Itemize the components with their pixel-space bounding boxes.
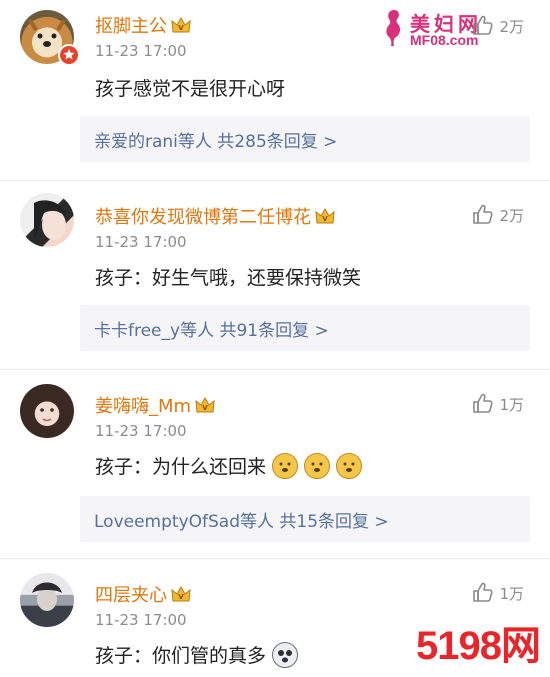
comment-text: 孩子感觉不是很开心呀 xyxy=(95,78,286,100)
reply-summary-link[interactable]: LoveemptyOfSad等人 共15条回复 > xyxy=(80,496,530,542)
comment-text: 孩子：为什么还回来 xyxy=(95,452,363,479)
username[interactable]: 抠脚主公 xyxy=(95,12,191,38)
like-button[interactable]: 2万 xyxy=(471,14,524,38)
like-button[interactable]: 1万 xyxy=(471,581,524,605)
like-count: 2万 xyxy=(499,206,524,225)
thumbs-up-icon xyxy=(473,15,494,35)
comment-text: 孩子：好生气哦，还要保持微笑 xyxy=(95,267,362,289)
like-count: 2万 xyxy=(499,17,524,36)
like-button[interactable]: 2万 xyxy=(471,203,524,227)
thumbs-up-icon xyxy=(473,204,494,224)
thumbs-up-icon xyxy=(473,582,494,602)
portrait-icon xyxy=(32,582,62,611)
username-text[interactable]: 姜嗨嗨_Mm xyxy=(95,392,191,418)
comment-text-content: 孩子：你们管的真多 xyxy=(95,645,267,667)
doge-emoji-icon xyxy=(304,452,331,479)
username-text[interactable]: 恭喜你发现微博第二任博花 xyxy=(95,203,311,229)
like-count: 1万 xyxy=(499,584,524,603)
vip-crown-icon xyxy=(171,17,191,33)
username-text[interactable]: 四层夹心 xyxy=(95,581,167,607)
like-count: 1万 xyxy=(499,395,524,414)
comment-time: 11-23 17:00 xyxy=(95,233,187,251)
username[interactable]: 姜嗨嗨_Mm xyxy=(95,392,215,418)
username[interactable]: 四层夹心 xyxy=(95,581,191,607)
vip-crown-icon xyxy=(315,208,335,224)
watermark-5198: 5198网 xyxy=(416,624,541,668)
comment-item: 姜嗨嗨_Mm 11-23 17:00 孩子：为什么还回来 1万 Loveempt… xyxy=(0,370,550,558)
comment-time: 11-23 17:00 xyxy=(95,42,187,60)
girl-face-icon xyxy=(34,200,66,240)
avatar[interactable] xyxy=(20,384,74,438)
comment-time: 11-23 17:00 xyxy=(95,611,187,629)
portrait-icon xyxy=(40,408,54,422)
verified-badge xyxy=(58,44,80,66)
reply-summary-link[interactable]: 亲爱的rani等人 共285条回复 > xyxy=(80,116,530,162)
comment-item: 抠脚主公 11-23 17:00 孩子感觉不是很开心呀 2万 亲爱的rani等人… xyxy=(0,0,550,180)
username-text[interactable]: 抠脚主公 xyxy=(95,12,167,38)
avatar[interactable] xyxy=(20,573,74,627)
star-icon xyxy=(63,49,75,60)
thumbs-up-icon xyxy=(473,393,494,413)
reply-summary-link[interactable]: 卡卡free_y等人 共91条回复 > xyxy=(80,305,530,351)
comment-text-content: 孩子：为什么还回来 xyxy=(95,456,267,478)
vip-crown-icon xyxy=(171,586,191,602)
comment-text: 孩子：你们管的真多 xyxy=(95,641,299,668)
doge-emoji-icon xyxy=(272,452,299,479)
doge-emoji-icon xyxy=(336,452,363,479)
username[interactable]: 恭喜你发现微博第二任博花 xyxy=(95,203,335,229)
like-button[interactable]: 1万 xyxy=(471,392,524,416)
avatar[interactable] xyxy=(20,193,74,247)
comment-time: 11-23 17:00 xyxy=(95,422,187,440)
vip-crown-icon xyxy=(195,397,215,413)
skull-emoji-icon xyxy=(272,641,299,668)
comment-item: 恭喜你发现微博第二任博花 11-23 17:00 孩子：好生气哦，还要保持微笑 … xyxy=(0,181,550,369)
